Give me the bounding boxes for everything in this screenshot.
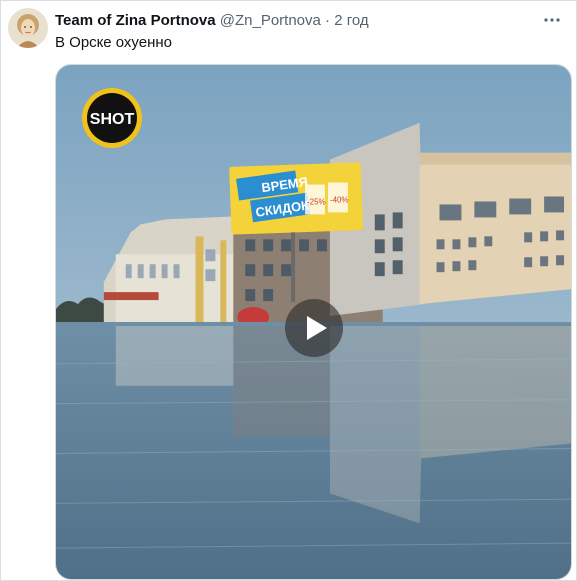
shot-logo-text: SHOT xyxy=(90,111,135,128)
billboard-percent2: -40% xyxy=(330,195,349,204)
play-icon xyxy=(307,316,327,340)
display-name[interactable]: Team of Zina Portnova xyxy=(55,12,216,29)
shot-logo: SHOT xyxy=(81,87,143,149)
more-icon[interactable] xyxy=(542,10,562,36)
tweet-text: В Орскe охуенно xyxy=(55,34,173,51)
play-button[interactable] xyxy=(285,299,343,357)
billboard-percent1: -25% xyxy=(307,197,326,206)
handle[interactable]: @Zn_Portnova xyxy=(220,12,321,29)
avatar-image xyxy=(8,8,48,48)
timestamp[interactable]: 2 год xyxy=(334,12,368,29)
separator-dot: · xyxy=(325,12,331,29)
avatar[interactable] xyxy=(8,8,48,48)
tweet[interactable]: Team of Zina Portnova @Zn_Portnova · 2 г… xyxy=(0,0,577,581)
video-player[interactable]: ВРЕМЯ СКИДОК -25% -40% SHOT xyxy=(55,64,572,580)
tweet-header: Team of Zina Portnova @Zn_Portnova · 2 г… xyxy=(55,11,546,31)
